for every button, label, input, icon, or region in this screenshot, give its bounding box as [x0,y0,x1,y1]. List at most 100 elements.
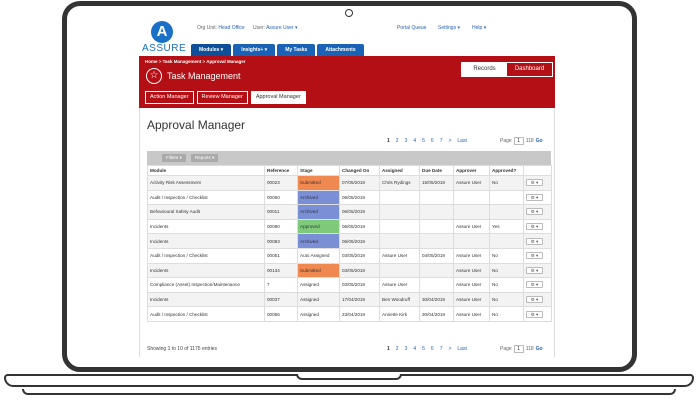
row-actions-button[interactable]: ⚙ ▾ [526,208,543,216]
col-approver[interactable]: Approver [453,165,490,176]
page-link-last[interactable]: Last [457,138,466,144]
page-link-2[interactable]: 2 [396,346,399,352]
user-info[interactable]: User: Assure User ▾ [253,25,298,31]
col-reference[interactable]: Reference [264,165,298,176]
table-row[interactable]: Audit / Inspection / Checklist 00056 Assig… [147,306,552,322]
row-actions-button[interactable]: ⚙ ▾ [526,296,543,304]
page-link-5[interactable]: 5 [422,138,425,144]
page-number-input[interactable]: 1 [513,137,524,145]
row-actions-button[interactable]: ⚙ ▾ [526,252,543,260]
help-menu[interactable]: Help ▾ [472,25,486,31]
table-row[interactable]: Incidents 00037 Assigned 17/04/2019 Ben Wood… [147,291,552,308]
page-link-2[interactable]: 2 [396,138,399,144]
page-label: Page [500,346,512,352]
cell-module: Audit / Inspection / Checklist [147,306,265,322]
row-actions-button[interactable]: ⚙ ▾ [526,310,543,318]
cell-changed-on: 07/05/2019 [339,175,380,191]
cell-assigned: Assure User [379,247,420,264]
page-link-4[interactable]: 4 [413,346,416,352]
settings-menu[interactable]: Settings ▾ [438,25,460,31]
cell-approved [489,204,524,220]
cell-reference: 00050 [264,189,298,206]
table-row[interactable]: Compliance (Asset) Inspection/Maintenanc… [147,277,552,293]
row-actions-button[interactable]: ⚙ ▾ [526,266,543,274]
reports-button[interactable]: Reports ▾ [191,154,219,162]
row-actions-button[interactable]: ⚙ ▾ [526,237,543,245]
page-jump-top: Page 1 118 Go [500,137,543,145]
cell-changed-on: 06/05/2019 [339,189,380,206]
page-link-7[interactable]: 7 [440,346,443,352]
page-link-last[interactable]: Last [457,346,466,352]
main-content: Approval Manager 1 2 3 4 5 6 7 > Last Pa… [139,108,555,357]
page-link-1[interactable]: 1 [387,138,390,144]
go-button[interactable]: Go [536,138,543,144]
row-actions-button[interactable]: ⚙ ▾ [526,179,543,187]
cell-approved [489,189,524,206]
go-button[interactable]: Go [536,346,543,352]
cell-assigned: Assure User [379,277,420,293]
dashboard-toggle-button[interactable]: Dashboard [507,63,552,76]
cell-module: Audit / Inspection / Checklist [147,189,265,206]
cell-actions: ⚙ ▾ [523,247,552,264]
cell-module: Incidents [147,262,265,279]
cell-approved: No [489,277,524,293]
page-number-input[interactable]: 1 [513,345,524,353]
col-module[interactable]: Module [147,165,265,176]
cell-approver: Assure User [453,277,490,293]
col-due-date[interactable]: Due Date [419,165,454,176]
page-link-next[interactable]: > [448,346,451,352]
cell-module: Incidents [147,233,265,249]
page-link-6[interactable]: 6 [431,138,434,144]
cell-due-date: 30/04/2019 [419,306,454,322]
table-row[interactable]: Audit / Inspection / Checklist 00050 Archi… [147,189,552,206]
page-link-3[interactable]: 3 [405,346,408,352]
assure-logo[interactable]: A ASSURE [142,21,186,59]
filters-button[interactable]: Filters ▾ [162,154,186,162]
page-title: Approval Manager [147,118,246,132]
cell-changed-on: 03/05/2019 [339,277,380,293]
cell-approver: Assure User [453,218,490,235]
table-row[interactable]: Audit / Inspection / Checklist 00051 Auto … [147,247,552,264]
page-link-next[interactable]: > [448,138,451,144]
row-actions-button[interactable]: ⚙ ▾ [526,193,543,201]
nav-my-tasks[interactable]: My Tasks [277,44,316,56]
tab-review-manager[interactable]: Review Manager [196,91,248,104]
cell-actions: ⚙ ▾ [523,204,552,220]
page-link-6[interactable]: 6 [431,346,434,352]
col-stage[interactable]: Stage [297,165,340,176]
records-toggle-button[interactable]: Records [462,63,507,76]
col-changed-on[interactable]: Changed On [339,165,380,176]
table-row[interactable]: Activity Risk Assessment 00023 Submitted 07… [147,175,552,191]
nav-insights[interactable]: Insights+ ▾ [233,44,276,56]
portal-queue-link[interactable]: Portal Queue [397,25,426,31]
page-link-3[interactable]: 3 [405,138,408,144]
page-link-7[interactable]: 7 [440,138,443,144]
table-row[interactable]: Incidents 00134 Submitted 03/05/2019 Assure … [147,262,552,279]
cell-due-date [419,204,454,220]
col-assigned[interactable]: Assigned [379,165,420,176]
section-title: Task Management [167,71,241,81]
cell-approved [489,233,524,249]
tab-action-manager[interactable]: Action Manager [145,91,194,104]
cell-stage: Submitted [297,175,340,191]
nav-modules[interactable]: Modules ▾ [191,44,232,56]
col-approved[interactable]: Approved? [489,165,524,176]
cell-stage: Archived [297,204,340,220]
row-actions-button[interactable]: ⚙ ▾ [526,281,543,289]
cell-reference: 00056 [264,306,298,322]
cell-assigned [379,218,420,235]
org-unit-value: Head Office [218,25,245,31]
cell-changed-on: 06/05/2019 [339,218,380,235]
table-row[interactable]: Behavioural Safety Audit 00011 Archived 06/… [147,204,552,220]
table-row[interactable]: Incidents 00083 Archived 06/05/2019 ⚙ ▾ [147,233,552,249]
page-link-1[interactable]: 1 [387,346,390,352]
cell-reference: 7 [264,277,298,293]
page-link-5[interactable]: 5 [422,346,425,352]
page-link-4[interactable]: 4 [413,138,416,144]
nav-attachments[interactable]: Attachments [317,44,364,56]
tab-approval-manager[interactable]: Approval Manager [250,91,306,104]
cell-due-date: 30/04/2019 [419,291,454,308]
row-actions-button[interactable]: ⚙ ▾ [526,223,543,231]
laptop-notch [296,374,402,380]
table-row[interactable]: Incidents 00080 Approved 06/05/2019 Assure U… [147,218,552,235]
